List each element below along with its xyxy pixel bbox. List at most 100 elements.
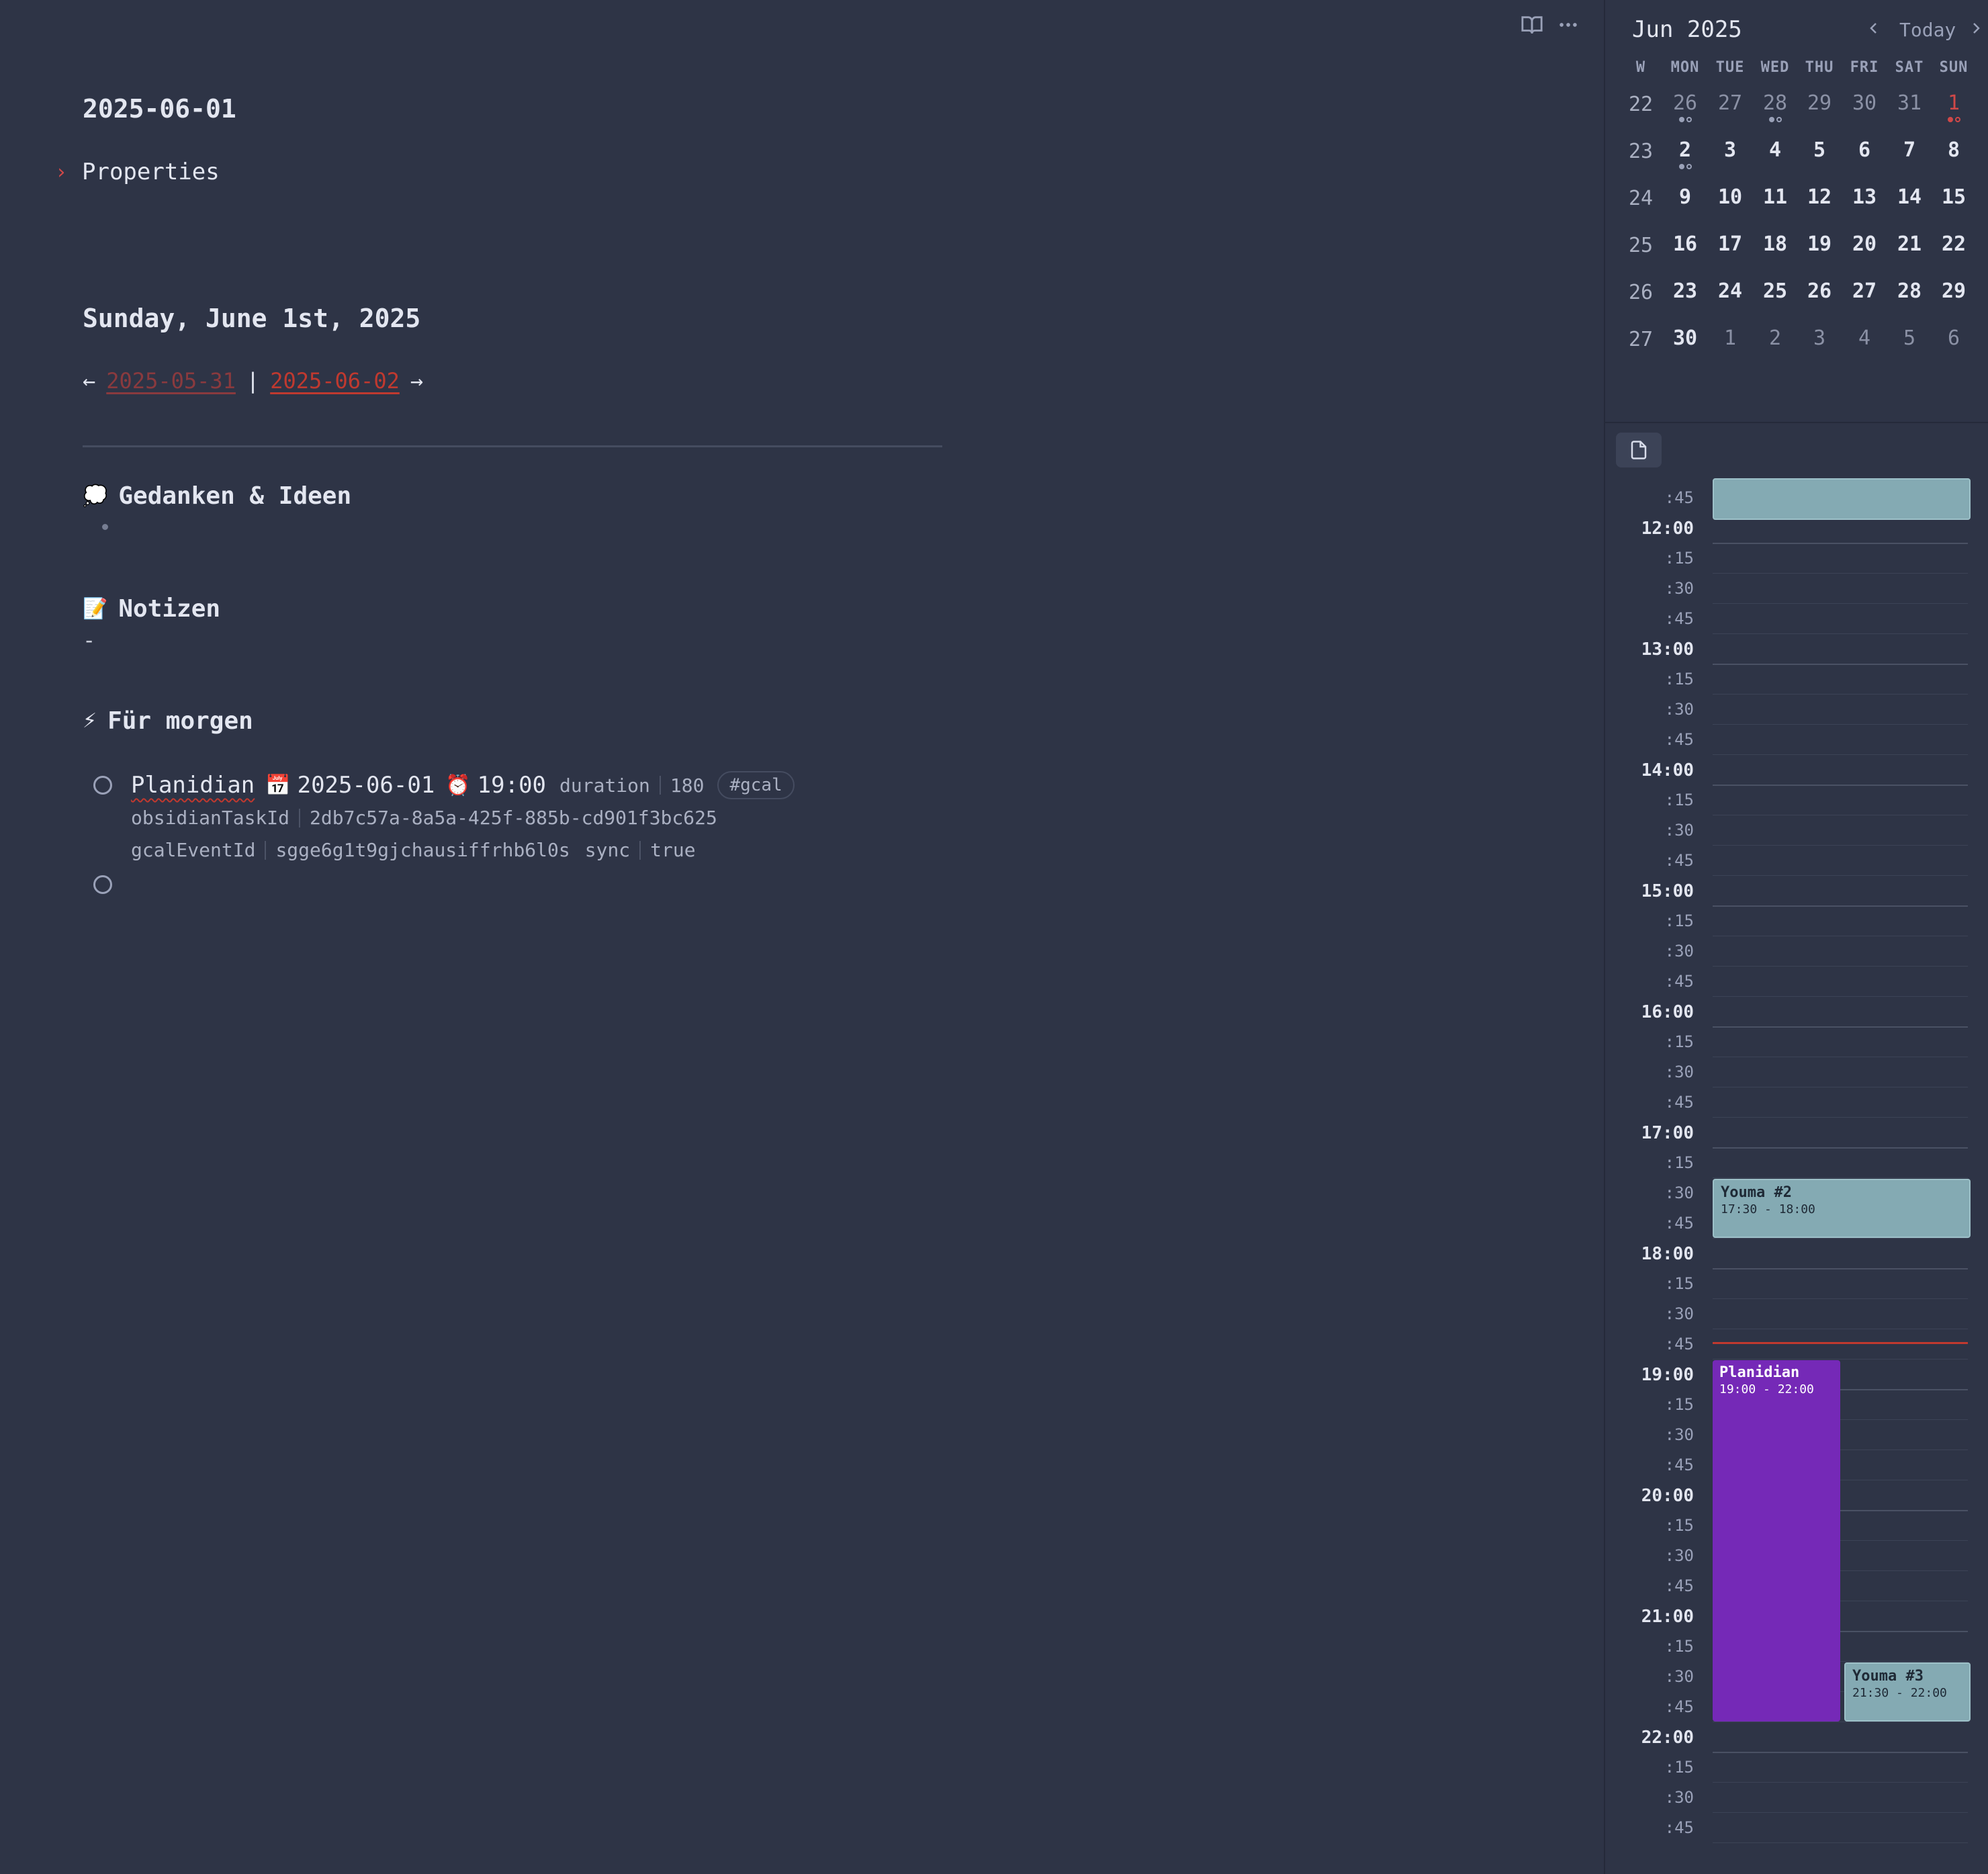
chevron-right-icon[interactable] xyxy=(1968,19,1984,42)
calendar-event[interactable] xyxy=(1713,478,1971,520)
week-number[interactable]: 27 xyxy=(1619,328,1663,351)
calendar-day[interactable]: 6 xyxy=(1842,138,1887,162)
calendar-day[interactable]: 3 xyxy=(1797,326,1842,350)
time-gridline xyxy=(1713,966,1968,967)
calendar-day[interactable]: 18 xyxy=(1753,232,1797,256)
section-title: Notizen xyxy=(118,595,221,623)
calendar-event[interactable]: Youma #3 21:30 - 22:00 xyxy=(1844,1662,1971,1722)
hour-label: 22:00 xyxy=(1641,1728,1694,1748)
calendar-event[interactable]: Youma #2 17:30 - 18:00 xyxy=(1713,1179,1971,1238)
next-day-link[interactable]: 2025-06-02 xyxy=(270,368,400,394)
calendar-day[interactable]: 10 xyxy=(1708,185,1752,209)
calendar-day[interactable]: 5 xyxy=(1797,138,1842,162)
task-checkbox[interactable] xyxy=(93,776,112,795)
calendar-day[interactable]: 28 xyxy=(1887,279,1932,303)
weekday-header: THU xyxy=(1805,59,1834,76)
calendar-day[interactable]: 29 xyxy=(1932,279,1976,303)
field-key: sync xyxy=(584,839,631,861)
more-options-icon[interactable] xyxy=(1557,13,1580,36)
calendar-day[interactable]: 16 xyxy=(1663,232,1707,256)
chevron-left-icon[interactable] xyxy=(1866,19,1882,42)
quarter-label: :45 xyxy=(1664,1456,1694,1474)
calendar-day[interactable]: 15 xyxy=(1932,185,1976,209)
calendar-day[interactable]: 2 xyxy=(1753,326,1797,350)
properties-toggle[interactable]: › Properties xyxy=(55,159,220,185)
calendar-day[interactable]: 7 xyxy=(1887,138,1932,162)
calendar-day[interactable]: 30 xyxy=(1663,326,1707,350)
calendar-day[interactable]: 19 xyxy=(1797,232,1842,256)
calendar-day[interactable]: 30 xyxy=(1842,91,1887,115)
week-number[interactable]: 23 xyxy=(1619,140,1663,163)
week-number[interactable]: 26 xyxy=(1619,281,1663,304)
calendar-event[interactable]: Planidian 19:00 - 22:00 xyxy=(1713,1360,1840,1722)
calendar-day[interactable]: 23 xyxy=(1663,279,1707,303)
calendar-day[interactable]: 14 xyxy=(1887,185,1932,209)
note-dot xyxy=(1947,117,1953,122)
alarm-clock-icon: ⏰ xyxy=(445,773,471,797)
quarter-label: :15 xyxy=(1664,1153,1694,1172)
calendar-day[interactable]: 11 xyxy=(1753,185,1797,209)
quarter-label: :30 xyxy=(1664,700,1694,719)
week-number[interactable]: 25 xyxy=(1619,234,1663,257)
calendar-day[interactable]: 4 xyxy=(1753,138,1797,162)
task-tag[interactable]: #gcal xyxy=(717,771,795,799)
calendar-day[interactable]: 28 xyxy=(1753,91,1797,122)
calendar-day[interactable]: 29 xyxy=(1797,91,1842,115)
reading-view-icon[interactable] xyxy=(1521,13,1543,36)
calendar-day[interactable]: 9 xyxy=(1663,185,1707,209)
calendar-day[interactable]: 21 xyxy=(1887,232,1932,256)
quarter-label: :15 xyxy=(1664,670,1694,688)
field-separator xyxy=(659,776,661,795)
prev-day-link[interactable]: 2025-05-31 xyxy=(106,368,236,394)
task-name: Planidian xyxy=(131,772,255,799)
calendar-day[interactable]: 1 xyxy=(1708,326,1752,350)
calendar-day[interactable]: 20 xyxy=(1842,232,1887,256)
empty-task-checkbox[interactable] xyxy=(93,875,112,894)
calendar-day[interactable]: 12 xyxy=(1797,185,1842,209)
weekday-header: SUN xyxy=(1939,59,1969,76)
quarter-label: :15 xyxy=(1664,911,1694,930)
note-title[interactable]: 2025-06-01 xyxy=(83,94,236,124)
calendar-day[interactable]: 17 xyxy=(1708,232,1752,256)
calendar-day[interactable]: 5 xyxy=(1887,326,1932,350)
quarter-label: :45 xyxy=(1664,488,1694,507)
task-item[interactable]: Planidian 📅 2025-06-01 ⏰ 19:00 duration … xyxy=(131,771,795,799)
calendar-day[interactable]: 27 xyxy=(1842,279,1887,303)
quarter-label: :15 xyxy=(1664,1274,1694,1293)
field-key: gcalEventId xyxy=(131,839,256,861)
week-number[interactable]: 22 xyxy=(1619,93,1663,116)
section-ideas-heading: 💭 Gedanken & Ideen xyxy=(83,482,351,510)
event-time: 17:30 - 18:00 xyxy=(1721,1202,1815,1216)
calendar-day[interactable]: 13 xyxy=(1842,185,1887,209)
calendar-day[interactable]: 1 xyxy=(1932,91,1976,122)
arrow-right-icon: → xyxy=(410,368,424,394)
calendar-day[interactable]: 3 xyxy=(1708,138,1752,162)
task-dot xyxy=(1686,164,1692,169)
calendar-day[interactable]: 26 xyxy=(1797,279,1842,303)
calendar-day[interactable]: 8 xyxy=(1932,138,1976,162)
calendar-day[interactable]: 24 xyxy=(1708,279,1752,303)
calendar-day[interactable]: 2 xyxy=(1663,138,1707,169)
calendar-day[interactable]: 27 xyxy=(1708,91,1752,115)
note-editor: 2025-06-01 › Properties Sunday, June 1st… xyxy=(0,0,1604,1874)
calendar-day[interactable]: 25 xyxy=(1753,279,1797,303)
calendar-day[interactable]: 6 xyxy=(1932,326,1976,350)
task-field-row: gcalEventId sgge6g1t9gjchausiffrhb6l0s s… xyxy=(131,839,696,861)
calendar-day[interactable]: 22 xyxy=(1932,232,1976,256)
notes-content[interactable]: - xyxy=(83,627,95,653)
calendar-day[interactable]: 4 xyxy=(1842,326,1887,350)
time-gridline xyxy=(1713,1117,1968,1118)
note-dot xyxy=(1768,117,1774,122)
hour-label: 12:00 xyxy=(1641,519,1694,539)
file-icon[interactable] xyxy=(1616,433,1662,467)
hour-label: 13:00 xyxy=(1641,639,1694,660)
calendar-day[interactable]: 26 xyxy=(1663,91,1707,122)
week-number[interactable]: 24 xyxy=(1619,187,1663,210)
hour-label: 16:00 xyxy=(1641,1002,1694,1022)
time-gridline xyxy=(1713,724,1968,725)
empty-bullet[interactable] xyxy=(102,524,108,530)
calendar-day[interactable]: 31 xyxy=(1887,91,1932,115)
today-button[interactable]: Today xyxy=(1899,19,1956,41)
note-dot xyxy=(1678,117,1684,122)
time-gridline xyxy=(1713,694,1968,695)
